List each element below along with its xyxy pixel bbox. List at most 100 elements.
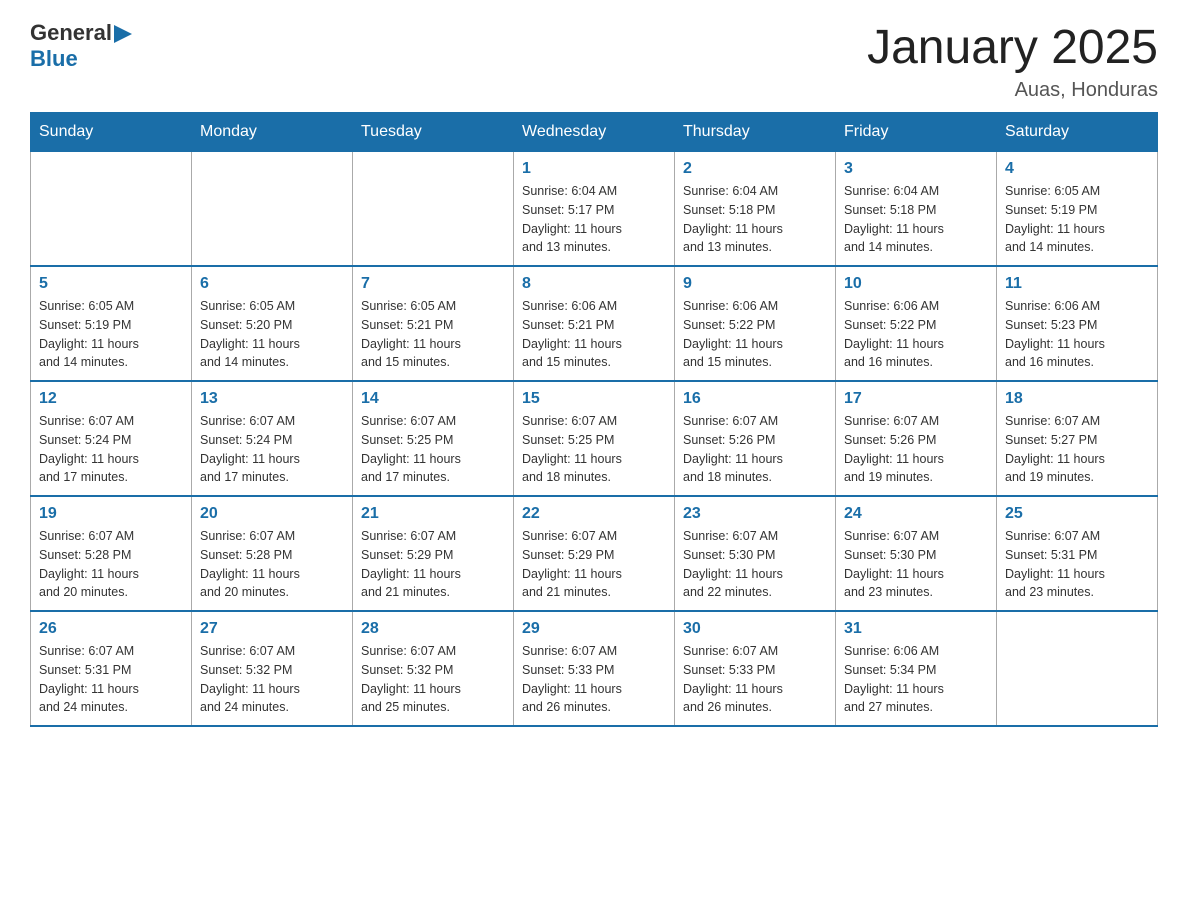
calendar-cell: 4 Sunrise: 6:05 AMSunset: 5:19 PMDaylight… bbox=[997, 152, 1158, 267]
day-info: Sunrise: 6:06 AMSunset: 5:23 PMDaylight:… bbox=[1005, 297, 1149, 372]
weekday-friday: Friday bbox=[836, 113, 997, 152]
weekday-thursday: Thursday bbox=[675, 113, 836, 152]
day-info: Sunrise: 6:04 AMSunset: 5:18 PMDaylight:… bbox=[683, 182, 827, 257]
day-info: Sunrise: 6:05 AMSunset: 5:21 PMDaylight:… bbox=[361, 297, 505, 372]
day-number: 7 bbox=[361, 275, 505, 293]
calendar-cell: 1 Sunrise: 6:04 AMSunset: 5:17 PMDaylight… bbox=[514, 152, 675, 267]
day-number: 14 bbox=[361, 390, 505, 408]
weekday-wednesday: Wednesday bbox=[514, 113, 675, 152]
calendar-cell: 28 Sunrise: 6:07 AMSunset: 5:32 PMDayligh… bbox=[353, 611, 514, 726]
day-number: 29 bbox=[522, 620, 666, 638]
day-number: 3 bbox=[844, 160, 988, 178]
day-number: 13 bbox=[200, 390, 344, 408]
day-info: Sunrise: 6:07 AMSunset: 5:24 PMDaylight:… bbox=[200, 412, 344, 487]
logo-general-text: General bbox=[30, 20, 112, 46]
calendar-cell: 13 Sunrise: 6:07 AMSunset: 5:24 PMDayligh… bbox=[192, 381, 353, 496]
day-number: 6 bbox=[200, 275, 344, 293]
calendar-week-0: 1 Sunrise: 6:04 AMSunset: 5:17 PMDaylight… bbox=[31, 152, 1158, 267]
day-info: Sunrise: 6:07 AMSunset: 5:30 PMDaylight:… bbox=[844, 527, 988, 602]
calendar-cell: 15 Sunrise: 6:07 AMSunset: 5:25 PMDayligh… bbox=[514, 381, 675, 496]
logo-blue-text: Blue bbox=[30, 46, 78, 72]
calendar-title: January 2025 bbox=[867, 20, 1158, 75]
day-info: Sunrise: 6:07 AMSunset: 5:31 PMDaylight:… bbox=[1005, 527, 1149, 602]
calendar-cell: 29 Sunrise: 6:07 AMSunset: 5:33 PMDayligh… bbox=[514, 611, 675, 726]
day-number: 1 bbox=[522, 160, 666, 178]
day-number: 27 bbox=[200, 620, 344, 638]
day-number: 8 bbox=[522, 275, 666, 293]
day-info: Sunrise: 6:07 AMSunset: 5:25 PMDaylight:… bbox=[522, 412, 666, 487]
day-number: 15 bbox=[522, 390, 666, 408]
day-number: 16 bbox=[683, 390, 827, 408]
day-number: 9 bbox=[683, 275, 827, 293]
calendar-cell: 26Sunrise: 6:07 AMSunset: 5:31 PMDayligh… bbox=[31, 611, 192, 726]
calendar-week-1: 5Sunrise: 6:05 AMSunset: 5:19 PMDaylight… bbox=[31, 266, 1158, 381]
calendar-cell: 16Sunrise: 6:07 AMSunset: 5:26 PMDayligh… bbox=[675, 381, 836, 496]
calendar-week-4: 26Sunrise: 6:07 AMSunset: 5:31 PMDayligh… bbox=[31, 611, 1158, 726]
title-block: January 2025 Auas, Honduras bbox=[867, 20, 1158, 102]
day-info: Sunrise: 6:05 AMSunset: 5:19 PMDaylight:… bbox=[1005, 182, 1149, 257]
calendar-cell: 18Sunrise: 6:07 AMSunset: 5:27 PMDayligh… bbox=[997, 381, 1158, 496]
day-number: 12 bbox=[39, 390, 183, 408]
day-number: 30 bbox=[683, 620, 827, 638]
logo: General Blue bbox=[30, 20, 132, 72]
day-number: 17 bbox=[844, 390, 988, 408]
calendar-header: SundayMondayTuesdayWednesdayThursdayFrid… bbox=[31, 113, 1158, 152]
day-number: 24 bbox=[844, 505, 988, 523]
calendar-cell bbox=[997, 611, 1158, 726]
day-info: Sunrise: 6:07 AMSunset: 5:31 PMDaylight:… bbox=[39, 642, 183, 717]
weekday-sunday: Sunday bbox=[31, 113, 192, 152]
calendar-cell: 10 Sunrise: 6:06 AMSunset: 5:22 PMDayligh… bbox=[836, 266, 997, 381]
day-info: Sunrise: 6:04 AMSunset: 5:17 PMDaylight:… bbox=[522, 182, 666, 257]
weekday-saturday: Saturday bbox=[997, 113, 1158, 152]
calendar-table: SundayMondayTuesdayWednesdayThursdayFrid… bbox=[30, 112, 1158, 727]
day-info: Sunrise: 6:07 AMSunset: 5:28 PMDaylight:… bbox=[200, 527, 344, 602]
day-info: Sunrise: 6:06 AMSunset: 5:21 PMDaylight:… bbox=[522, 297, 666, 372]
calendar-cell: 3 Sunrise: 6:04 AMSunset: 5:18 PMDaylight… bbox=[836, 152, 997, 267]
weekday-monday: Monday bbox=[192, 113, 353, 152]
calendar-cell: 8 Sunrise: 6:06 AMSunset: 5:21 PMDaylight… bbox=[514, 266, 675, 381]
weekday-tuesday: Tuesday bbox=[353, 113, 514, 152]
day-number: 31 bbox=[844, 620, 988, 638]
calendar-subtitle: Auas, Honduras bbox=[867, 79, 1158, 102]
day-info: Sunrise: 6:07 AMSunset: 5:33 PMDaylight:… bbox=[522, 642, 666, 717]
calendar-cell: 5Sunrise: 6:05 AMSunset: 5:19 PMDaylight… bbox=[31, 266, 192, 381]
calendar-cell: 25 Sunrise: 6:07 AMSunset: 5:31 PMDayligh… bbox=[997, 496, 1158, 611]
calendar-cell: 9Sunrise: 6:06 AMSunset: 5:22 PMDaylight… bbox=[675, 266, 836, 381]
day-number: 28 bbox=[361, 620, 505, 638]
day-number: 20 bbox=[200, 505, 344, 523]
calendar-body: 1 Sunrise: 6:04 AMSunset: 5:17 PMDaylight… bbox=[31, 152, 1158, 727]
day-info: Sunrise: 6:07 AMSunset: 5:28 PMDaylight:… bbox=[39, 527, 183, 602]
calendar-cell bbox=[353, 152, 514, 267]
calendar-cell: 2 Sunrise: 6:04 AMSunset: 5:18 PMDaylight… bbox=[675, 152, 836, 267]
page-header: General Blue January 2025 Auas, Honduras bbox=[30, 20, 1158, 102]
day-number: 25 bbox=[1005, 505, 1149, 523]
day-number: 11 bbox=[1005, 275, 1149, 293]
day-info: Sunrise: 6:07 AMSunset: 5:32 PMDaylight:… bbox=[361, 642, 505, 717]
day-info: Sunrise: 6:07 AMSunset: 5:30 PMDaylight:… bbox=[683, 527, 827, 602]
day-info: Sunrise: 6:07 AMSunset: 5:32 PMDaylight:… bbox=[200, 642, 344, 717]
day-number: 10 bbox=[844, 275, 988, 293]
day-info: Sunrise: 6:07 AMSunset: 5:29 PMDaylight:… bbox=[361, 527, 505, 602]
calendar-cell: 24 Sunrise: 6:07 AMSunset: 5:30 PMDayligh… bbox=[836, 496, 997, 611]
day-number: 4 bbox=[1005, 160, 1149, 178]
day-number: 5 bbox=[39, 275, 183, 293]
calendar-cell: 6 Sunrise: 6:05 AMSunset: 5:20 PMDaylight… bbox=[192, 266, 353, 381]
calendar-cell: 22Sunrise: 6:07 AMSunset: 5:29 PMDayligh… bbox=[514, 496, 675, 611]
calendar-cell: 14Sunrise: 6:07 AMSunset: 5:25 PMDayligh… bbox=[353, 381, 514, 496]
calendar-cell: 31 Sunrise: 6:06 AMSunset: 5:34 PMDayligh… bbox=[836, 611, 997, 726]
calendar-cell: 12 Sunrise: 6:07 AMSunset: 5:24 PMDayligh… bbox=[31, 381, 192, 496]
calendar-week-2: 12 Sunrise: 6:07 AMSunset: 5:24 PMDayligh… bbox=[31, 381, 1158, 496]
calendar-cell bbox=[31, 152, 192, 267]
day-number: 23 bbox=[683, 505, 827, 523]
day-info: Sunrise: 6:04 AMSunset: 5:18 PMDaylight:… bbox=[844, 182, 988, 257]
day-info: Sunrise: 6:06 AMSunset: 5:34 PMDaylight:… bbox=[844, 642, 988, 717]
day-info: Sunrise: 6:06 AMSunset: 5:22 PMDaylight:… bbox=[844, 297, 988, 372]
calendar-cell: 21Sunrise: 6:07 AMSunset: 5:29 PMDayligh… bbox=[353, 496, 514, 611]
day-number: 2 bbox=[683, 160, 827, 178]
day-info: Sunrise: 6:07 AMSunset: 5:24 PMDaylight:… bbox=[39, 412, 183, 487]
calendar-cell: 20 Sunrise: 6:07 AMSunset: 5:28 PMDayligh… bbox=[192, 496, 353, 611]
calendar-cell: 19Sunrise: 6:07 AMSunset: 5:28 PMDayligh… bbox=[31, 496, 192, 611]
calendar-cell: 23 Sunrise: 6:07 AMSunset: 5:30 PMDayligh… bbox=[675, 496, 836, 611]
day-info: Sunrise: 6:05 AMSunset: 5:20 PMDaylight:… bbox=[200, 297, 344, 372]
day-info: Sunrise: 6:07 AMSunset: 5:29 PMDaylight:… bbox=[522, 527, 666, 602]
